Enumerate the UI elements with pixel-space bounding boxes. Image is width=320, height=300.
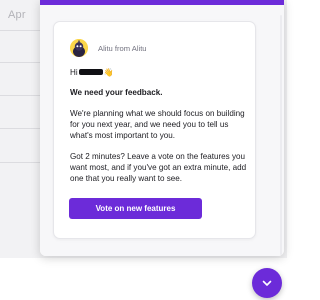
screen: Apr Alitu from Alitu Hi 👋 We need your f…	[0, 0, 287, 300]
divider	[0, 95, 40, 96]
conversation-area[interactable]: Alitu from Alitu Hi 👋 We need your feedb…	[40, 5, 284, 256]
messenger-panel: Alitu from Alitu Hi 👋 We need your feedb…	[40, 0, 284, 256]
messenger-launcher-button[interactable]	[252, 268, 282, 298]
greeting-line: Hi 👋	[70, 66, 250, 78]
message-paragraph-1: We're planning what we should focus on b…	[70, 109, 245, 140]
divider	[0, 62, 40, 63]
sender-name: Alitu from Alitu	[98, 43, 147, 53]
message-sender: Alitu from Alitu	[70, 39, 147, 57]
redacted-name	[78, 69, 103, 75]
vote-on-new-features-button[interactable]: Vote on new features	[69, 198, 202, 219]
scrollbar[interactable]	[280, 15, 282, 255]
wave-emoji: 👋	[103, 67, 114, 77]
message-heading: We need your feedback.	[70, 88, 163, 97]
message-card: Alitu from Alitu Hi 👋 We need your feedb…	[53, 21, 256, 239]
divider	[0, 162, 40, 163]
divider	[0, 128, 40, 129]
background-lower-area	[0, 258, 287, 300]
alitu-avatar-icon	[70, 39, 88, 57]
month-label: Apr	[8, 9, 26, 21]
greeting-text: Hi	[70, 67, 78, 77]
chevron-down-icon	[262, 280, 272, 286]
message-paragraph-2: Got 2 minutes? Leave a vote on the featu…	[70, 152, 247, 183]
message-body: Hi 👋 We need your feedback. We're planni…	[70, 66, 250, 184]
divider	[0, 30, 40, 31]
